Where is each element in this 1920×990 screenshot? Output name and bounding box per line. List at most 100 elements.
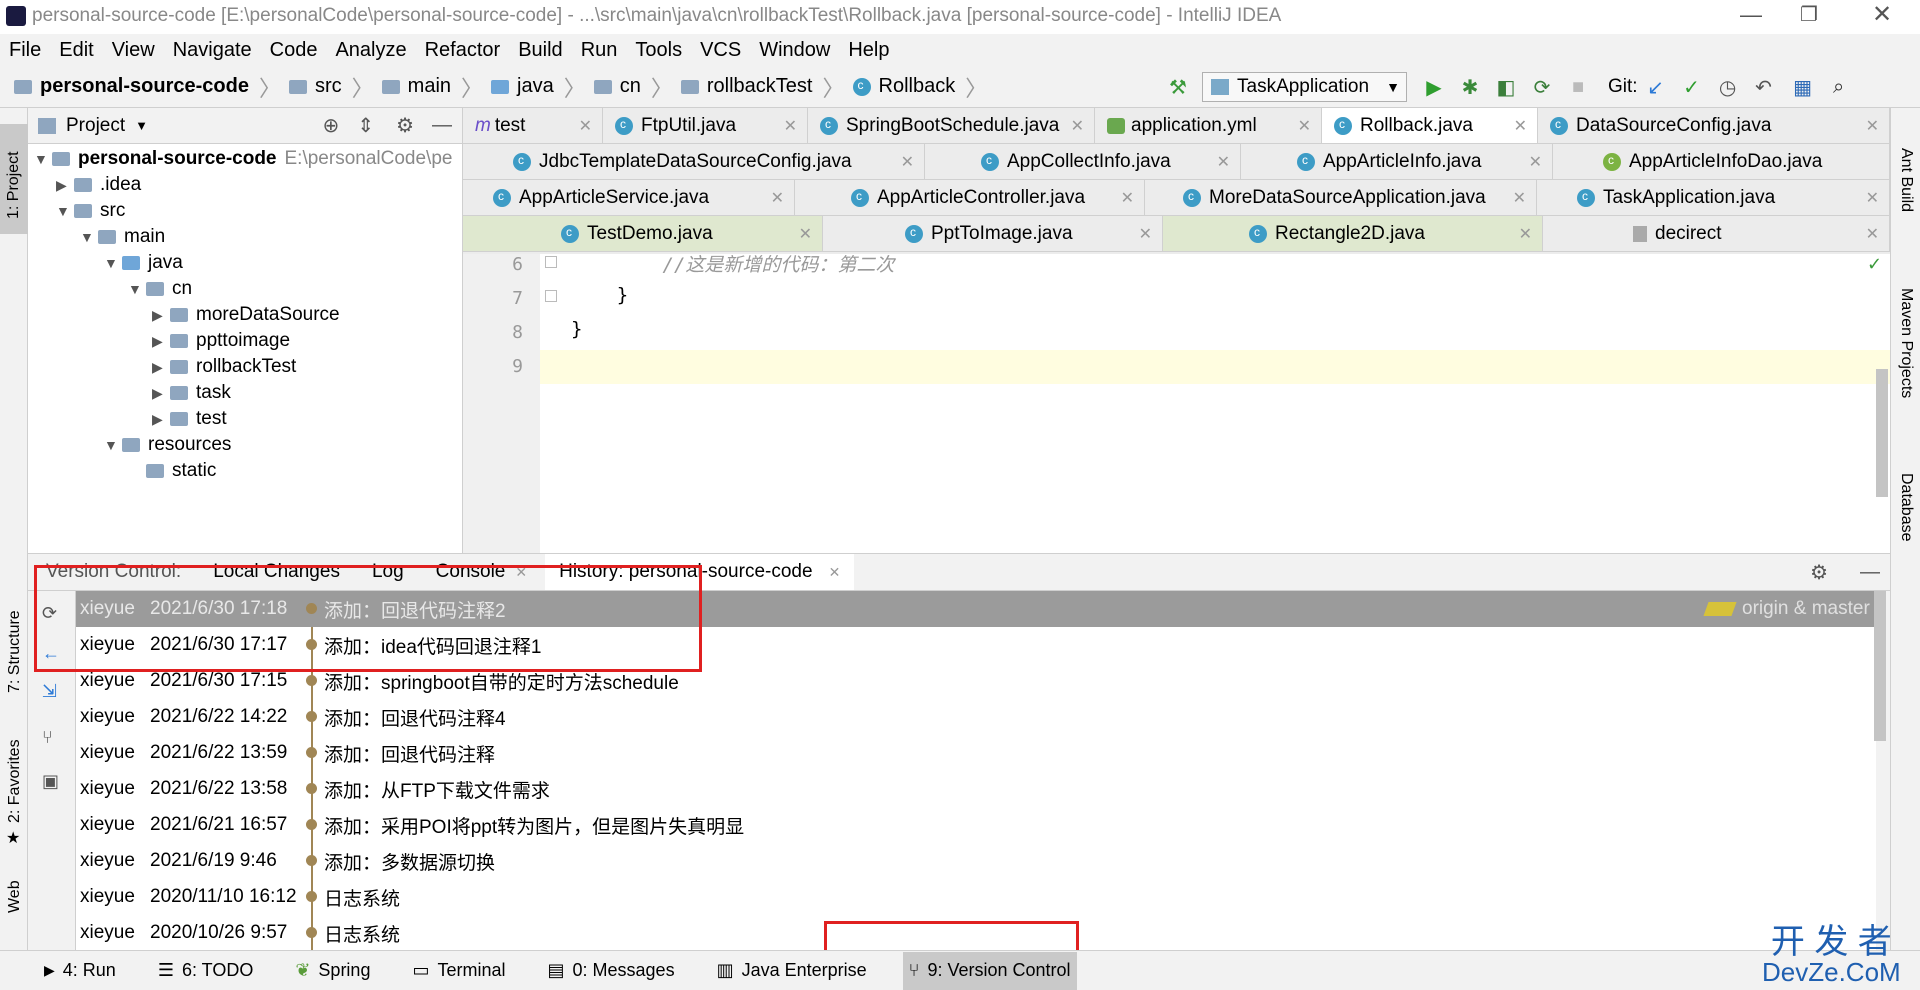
tab-apparticleservice[interactable]: AppArticleService.java ✕ <box>463 180 795 216</box>
tab-test[interactable]: m test ✕ <box>463 108 603 144</box>
close-icon[interactable]: ✕ <box>799 224 812 244</box>
editor-scrollbar[interactable] <box>1876 369 1888 497</box>
close-icon[interactable]: ✕ <box>1529 152 1542 172</box>
run-icon[interactable]: ▶ <box>1421 74 1447 100</box>
preview-icon[interactable]: ▣ <box>42 771 59 792</box>
stop-icon[interactable]: ■ <box>1565 74 1591 100</box>
close-icon[interactable]: ✕ <box>1139 224 1152 244</box>
breadcrumb-src[interactable]: src 〉 <box>288 71 374 103</box>
version-control-tool-button[interactable]: ⑂ 9: Version Control <box>902 951 1077 990</box>
close-icon[interactable]: ✕ <box>1872 0 1892 29</box>
spring-tool-button[interactable]: ❦ Spring <box>289 952 376 990</box>
fold-icon[interactable] <box>545 290 557 302</box>
todo-tool-button[interactable]: ☰ 6: TODO <box>152 952 260 990</box>
tab-jdbctemplatedatasourceconfig[interactable]: JdbcTemplateDataSourceConfig.java ✕ <box>463 144 925 180</box>
tab-ftputil[interactable]: FtpUtil.java ✕ <box>603 108 808 144</box>
breadcrumb-main[interactable]: main 〉 <box>381 71 483 103</box>
close-icon[interactable]: ✕ <box>1866 116 1879 136</box>
run-tool-button[interactable]: ▶ 4: Run <box>38 952 122 990</box>
close-icon[interactable]: ✕ <box>771 188 784 208</box>
breadcrumb-cn[interactable]: cn 〉 <box>593 71 673 103</box>
locate-icon[interactable]: ⊕ <box>323 113 340 138</box>
commit-row[interactable]: xieyue 2020/11/10 16:12 日志系统 <box>76 879 1876 915</box>
database-tab[interactable]: Database <box>1897 473 1915 542</box>
menu-build[interactable]: Build <box>518 39 562 62</box>
hide-icon[interactable]: — <box>1860 561 1880 584</box>
profile-icon[interactable]: ⟳ <box>1529 74 1555 100</box>
close-icon[interactable]: ✕ <box>1121 188 1134 208</box>
structure-tool-tab[interactable]: 7: Structure <box>6 610 24 693</box>
git-revert-icon[interactable]: ↶ <box>1751 74 1777 100</box>
tab-rollback[interactable]: Rollback.java ✕ <box>1322 108 1538 144</box>
close-icon[interactable]: ✕ <box>1298 116 1311 136</box>
menu-refactor[interactable]: Refactor <box>425 39 501 62</box>
tab-testdemo[interactable]: TestDemo.java ✕ <box>463 216 823 252</box>
menu-file[interactable]: File <box>9 39 41 62</box>
close-icon[interactable]: ✕ <box>1071 116 1084 136</box>
breadcrumb-rollbacktest[interactable]: rollbackTest 〉 <box>680 71 845 103</box>
git-history-icon[interactable]: ◷ <box>1715 74 1741 100</box>
tab-decirect[interactable]: decirect ✕ <box>1543 216 1890 252</box>
breadcrumb-project[interactable]: personal-source-code 〉 <box>14 71 281 103</box>
commit-row[interactable]: xieyue 2021/6/19 9:46 添加：多数据源切换 <box>76 843 1876 879</box>
tab-moredatasourceapplication[interactable]: MoreDataSourceApplication.java ✕ <box>1145 180 1537 216</box>
commit-row[interactable]: xieyue 2021/6/21 16:57 添加：采用POI将ppt转为图片，但是… <box>76 807 1876 843</box>
code-editor[interactable]: 6 7 8 9 //这是新增的代码：第二次 } } ✓ <box>463 254 1890 553</box>
menu-navigate[interactable]: Navigate <box>173 39 252 62</box>
run-config-select[interactable]: TaskApplication ▼ <box>1202 72 1407 102</box>
chevron-down-icon[interactable]: ▼ <box>135 118 148 133</box>
maven-projects-tab[interactable]: Maven Projects <box>1897 288 1915 398</box>
menu-view[interactable]: View <box>112 39 155 62</box>
close-icon[interactable]: ✕ <box>1866 224 1879 244</box>
close-icon[interactable]: ✕ <box>1513 188 1526 208</box>
search-icon[interactable]: ⌕ <box>1826 74 1852 100</box>
close-icon[interactable]: ✕ <box>1514 116 1527 136</box>
commit-row[interactable]: xieyue 2021/6/22 13:59 添加：回退代码注释 <box>76 735 1876 771</box>
git-commit-icon[interactable]: ✓ <box>1679 74 1705 100</box>
project-view-select[interactable]: Project <box>66 115 125 137</box>
tab-springbootschedule[interactable]: SpringBootSchedule.java ✕ <box>808 108 1095 144</box>
breadcrumb-rollback[interactable]: Rollback〉 <box>852 71 987 103</box>
web-tool-tab[interactable]: Web <box>6 880 24 913</box>
tab-apparticlecontroller[interactable]: AppArticleController.java ✕ <box>795 180 1145 216</box>
git-update-icon[interactable]: ↙ <box>1643 74 1669 100</box>
ant-build-tab[interactable]: Ant Build <box>1897 148 1915 212</box>
menu-analyze[interactable]: Analyze <box>335 39 406 62</box>
messages-tool-button[interactable]: ▤ 0: Messages <box>542 952 681 990</box>
debug-icon[interactable]: ✱ <box>1457 74 1483 100</box>
menu-code[interactable]: Code <box>270 39 318 62</box>
close-icon[interactable]: ✕ <box>579 116 592 136</box>
menu-tools[interactable]: Tools <box>635 39 682 62</box>
tree-item[interactable]: static <box>128 456 216 486</box>
build-hammer-icon[interactable]: ⚒ <box>1165 74 1191 100</box>
close-icon[interactable]: ✕ <box>901 152 914 172</box>
commit-list-scrollbar[interactable] <box>1874 591 1886 741</box>
menu-window[interactable]: Window <box>759 39 830 62</box>
collapse-icon[interactable]: ⇕ <box>357 113 374 138</box>
gear-icon[interactable]: ⚙ <box>396 113 414 138</box>
close-icon[interactable]: ✕ <box>829 564 841 581</box>
tab-rectangle2d[interactable]: Rectangle2D.java ✕ <box>1163 216 1543 252</box>
menu-run[interactable]: Run <box>581 39 618 62</box>
favorites-tool-tab[interactable]: 2: Favorites <box>6 739 24 823</box>
fold-icon[interactable] <box>545 256 557 268</box>
coverage-icon[interactable]: ◧ <box>1493 74 1519 100</box>
close-icon[interactable]: ✕ <box>1519 224 1532 244</box>
branch-icon[interactable]: ⑂ <box>42 727 53 748</box>
minimize-icon[interactable]: — <box>1740 2 1762 28</box>
commit-row[interactable]: xieyue 2021/6/22 13:58 添加：从FTP下载文件需求 <box>76 771 1876 807</box>
commit-row[interactable]: xieyue 2021/6/22 14:22 添加：回退代码注释4 <box>76 699 1876 735</box>
tab-appcollectinfo[interactable]: AppCollectInfo.java ✕ <box>925 144 1241 180</box>
tab-application-yml[interactable]: application.yml ✕ <box>1095 108 1322 144</box>
tab-datasourceconfig[interactable]: DataSourceConfig.java ✕ <box>1538 108 1890 144</box>
java-enterprise-tool-button[interactable]: ▥ Java Enterprise <box>711 952 873 990</box>
maximize-icon[interactable]: ❐ <box>1800 2 1818 27</box>
gear-icon[interactable]: ⚙ <box>1810 560 1828 585</box>
menu-help[interactable]: Help <box>848 39 889 62</box>
menu-edit[interactable]: Edit <box>59 39 93 62</box>
close-icon[interactable]: ✕ <box>784 116 797 136</box>
hide-icon[interactable]: — <box>432 114 452 137</box>
project-tool-tab[interactable]: 1: Project <box>0 124 28 234</box>
tab-taskapplication[interactable]: TaskApplication.java ✕ <box>1537 180 1890 216</box>
tab-apparticleinfo[interactable]: AppArticleInfo.java ✕ <box>1241 144 1553 180</box>
